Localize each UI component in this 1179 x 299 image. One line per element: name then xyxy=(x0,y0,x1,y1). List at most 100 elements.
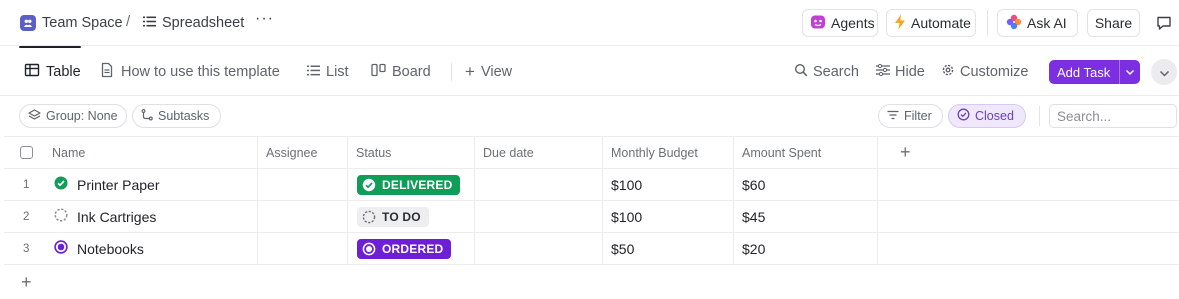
add-column-icon[interactable]: + xyxy=(900,142,911,163)
table-header: Name Assignee Status Due date Monthly Bu… xyxy=(4,136,1179,169)
closed-toggle[interactable]: Closed xyxy=(948,104,1026,128)
breadcrumb-page[interactable]: Spreadsheet xyxy=(143,13,244,33)
dashed-circle-icon xyxy=(362,210,376,223)
status-badge-label: TO DO xyxy=(382,209,421,224)
add-column-cell: + xyxy=(878,137,1179,168)
status-cell[interactable]: DELIVERED xyxy=(348,169,475,200)
column-header-assignee[interactable]: Assignee xyxy=(258,137,348,168)
column-header-due-date[interactable]: Due date xyxy=(475,137,603,168)
automate-label: Automate xyxy=(911,15,971,31)
tab-how-to-use[interactable]: How to use this template xyxy=(99,61,280,83)
status-todo-icon[interactable] xyxy=(54,208,68,225)
active-tab-indicator xyxy=(19,46,81,48)
task-name[interactable]: Printer Paper xyxy=(77,177,159,193)
subtasks-label: Subtasks xyxy=(158,109,210,123)
team-space-icon xyxy=(20,15,36,31)
divider xyxy=(987,10,988,36)
customize-button[interactable]: Customize xyxy=(941,61,1029,83)
amount-spent-cell[interactable]: $45 xyxy=(734,201,878,232)
layers-icon xyxy=(28,108,41,124)
status-ordered-icon[interactable] xyxy=(54,240,68,257)
tab-board-label: Board xyxy=(392,64,431,80)
tab-board[interactable]: Board xyxy=(371,61,431,83)
add-view-label: View xyxy=(480,64,513,80)
gear-icon xyxy=(941,63,955,81)
assignee-cell[interactable] xyxy=(258,169,348,200)
list-icon xyxy=(307,64,320,80)
row-number: 3 xyxy=(23,242,30,255)
task-name[interactable]: Notebooks xyxy=(77,241,144,257)
monthly-budget-cell[interactable]: $100 xyxy=(603,169,734,200)
agents-button[interactable]: Agents xyxy=(802,9,878,37)
task-name[interactable]: Ink Cartriges xyxy=(77,209,156,225)
check-circle-icon xyxy=(957,108,970,124)
monthly-budget-cell[interactable]: $100 xyxy=(603,201,734,232)
table-row[interactable]: 3 Notebooks ORDERED $50 $20 xyxy=(4,233,1179,265)
table-icon xyxy=(24,62,40,82)
tab-table[interactable]: Table xyxy=(24,61,81,83)
status-badge[interactable]: DELIVERED xyxy=(357,174,461,195)
column-header-name[interactable]: Name xyxy=(44,137,258,168)
search-input[interactable] xyxy=(1049,104,1177,128)
share-button[interactable]: Share xyxy=(1087,9,1140,37)
filter-button[interactable]: Filter xyxy=(878,104,943,128)
assignee-cell[interactable] xyxy=(258,233,348,264)
view-bar: Table How to use this template List Boar… xyxy=(0,47,1179,96)
column-header-amount-spent[interactable]: Amount Spent xyxy=(734,137,878,168)
monthly-budget-cell[interactable]: $50 xyxy=(603,233,734,264)
due-date-cell[interactable] xyxy=(475,233,603,264)
status-cell[interactable]: TO DO xyxy=(348,201,475,232)
due-date-cell[interactable] xyxy=(475,169,603,200)
column-header-status[interactable]: Status xyxy=(348,137,475,168)
row-number-cell: 1 xyxy=(4,169,44,200)
status-badge[interactable]: TO DO xyxy=(357,206,429,227)
group-by-label: Group: None xyxy=(46,109,118,123)
name-cell[interactable]: Printer Paper xyxy=(44,169,258,200)
group-by-button[interactable]: Group: None xyxy=(19,104,127,128)
tab-how-to-use-label: How to use this template xyxy=(121,64,280,80)
column-header-monthly-budget[interactable]: Monthly Budget xyxy=(603,137,734,168)
filter-icon xyxy=(887,109,899,123)
tab-list[interactable]: List xyxy=(307,61,349,83)
automate-button[interactable]: Automate xyxy=(886,9,976,37)
chevron-down-icon[interactable] xyxy=(1120,69,1140,76)
table-row[interactable]: 1 Printer Paper DELIVERED $100 $60 xyxy=(4,169,1179,201)
row-number-cell: 2 xyxy=(4,201,44,232)
breadcrumb-space[interactable]: Team Space xyxy=(20,13,123,33)
comment-icon[interactable] xyxy=(1156,15,1172,34)
more-options-icon[interactable]: ··· xyxy=(255,10,274,28)
agents-icon xyxy=(810,14,826,33)
select-all-cell xyxy=(4,137,44,168)
collapse-button[interactable] xyxy=(1151,59,1177,85)
due-date-cell[interactable] xyxy=(475,201,603,232)
status-cell[interactable]: ORDERED xyxy=(348,233,475,264)
add-task-button[interactable]: Add Task xyxy=(1049,60,1140,84)
search-button[interactable]: Search xyxy=(794,61,859,83)
subtasks-button[interactable]: Subtasks xyxy=(132,104,221,128)
table-row[interactable]: 2 Ink Cartriges TO DO $100 $45 xyxy=(4,201,1179,233)
row-number: 1 xyxy=(23,178,30,191)
select-all-checkbox[interactable] xyxy=(20,146,33,159)
ask-ai-button[interactable]: Ask AI xyxy=(997,9,1078,37)
tab-table-label: Table xyxy=(46,64,81,80)
status-badge[interactable]: ORDERED xyxy=(357,238,452,259)
sliders-icon xyxy=(876,63,890,80)
status-delivered-icon[interactable] xyxy=(54,176,68,193)
empty-cell xyxy=(878,233,1179,264)
agents-label: Agents xyxy=(831,15,875,31)
hide-button[interactable]: Hide xyxy=(876,61,925,83)
name-cell[interactable]: Notebooks xyxy=(44,233,258,264)
closed-label: Closed xyxy=(975,109,1014,123)
customize-label: Customize xyxy=(960,64,1029,80)
status-badge-label: ORDERED xyxy=(382,241,444,256)
lightning-icon xyxy=(894,14,906,33)
name-cell[interactable]: Ink Cartriges xyxy=(44,201,258,232)
amount-spent-cell[interactable]: $60 xyxy=(734,169,878,200)
empty-cell xyxy=(878,169,1179,200)
assignee-cell[interactable] xyxy=(258,201,348,232)
amount-spent-cell[interactable]: $20 xyxy=(734,233,878,264)
add-view-button[interactable]: + View xyxy=(465,61,512,83)
row-number: 2 xyxy=(23,210,30,223)
list-icon xyxy=(143,15,156,31)
add-row-icon[interactable]: + xyxy=(21,272,32,293)
